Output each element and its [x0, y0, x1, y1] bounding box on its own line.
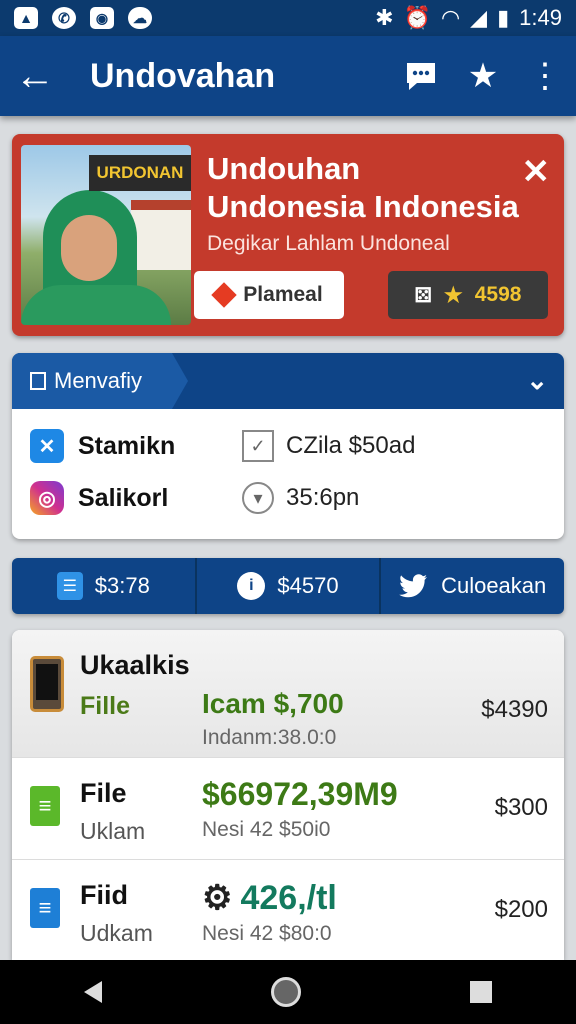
file-list: Ukaalkis Fille Icam $,700 Indanm:38.0:0 … [12, 630, 564, 960]
instagram-icon: ◎ [30, 481, 64, 515]
camera-icon: ◉ [90, 7, 114, 29]
house-shape [131, 200, 191, 270]
file-name: File [80, 778, 127, 808]
menu-row[interactable]: ✕ Stamikn ✓ CZila $50ad [30, 429, 550, 463]
dice-icon: ⚄ [414, 284, 432, 307]
rating-badge[interactable]: ⚄ ★ 4598 [388, 271, 548, 319]
list-item[interactable]: Ukaalkis Fille Icam $,700 Indanm:38.0:0 … [12, 630, 564, 758]
alarm-icon: ⏰ [403, 5, 431, 30]
wifi-icon: ◠ [440, 5, 461, 30]
promo-button[interactable]: Plameal [194, 271, 344, 319]
stat-label: Culoeakan [441, 573, 547, 598]
file-amount: Icam $,700 [202, 688, 344, 719]
chevron-down-icon[interactable]: ⌄ [526, 365, 548, 396]
bluetooth-icon: ✱ [375, 5, 394, 30]
file-price: $200 [494, 896, 548, 923]
file-amount-group: ⚙ 426,/tl [202, 878, 337, 918]
promo-title: Undouhan Undonesia Indonesia [207, 151, 519, 224]
document-icon: ≡ [30, 786, 60, 826]
clock-icon: ▾ [242, 482, 274, 514]
file-amount: $66972,39M9 [202, 776, 398, 812]
checkbox-icon[interactable]: ✓ [242, 430, 274, 462]
signal-icon: ◢ [470, 5, 488, 30]
file-sub: Fille [80, 692, 131, 720]
close-icon[interactable]: ✕ [522, 152, 551, 192]
file-amount: 426,/tl [240, 878, 337, 917]
face-shape [61, 215, 117, 281]
whatsapp-icon: ✆ [52, 7, 76, 29]
diamond-icon [211, 282, 238, 308]
menu-row-label: Salikorl [78, 483, 169, 512]
promo-photo: URDONAN [21, 145, 191, 325]
app-bar: ← Undovahan ★ ⋮ [0, 36, 576, 116]
stat-item[interactable]: i $4570 [197, 558, 382, 614]
app-title: Undovahan [90, 56, 276, 95]
document-icon: ≡ [30, 888, 60, 928]
list-item[interactable]: ≡ Fiid Udkam ⚙ 426,/tl Nesi 42 $80:0 $20… [12, 860, 564, 960]
status-time: 1:49 [519, 5, 562, 30]
menu-row[interactable]: ◎ Salikorl ▾ 35:6pn [30, 481, 550, 515]
nav-home-icon[interactable] [270, 977, 301, 1007]
file-price: $300 [494, 794, 548, 821]
menu-tab[interactable]: Menvafiy [12, 353, 188, 409]
image-icon: ▲ [14, 7, 38, 29]
navigation-bar [0, 960, 576, 1024]
cloud-icon: ☁ [128, 7, 152, 29]
phone-icon [30, 656, 64, 712]
rating-value: 4598 [474, 283, 522, 306]
star-icon[interactable]: ★ [452, 46, 514, 106]
gear-icon: ⚙ [202, 879, 233, 917]
info-icon: i [237, 572, 266, 600]
list-icon: ☰ [56, 572, 83, 600]
menu-row-value: CZila $50ad [286, 432, 416, 459]
menu-row-value: 35:6pn [286, 484, 360, 511]
file-detail: Indanm:38.0:0 [202, 726, 337, 749]
nav-recent-icon[interactable] [469, 981, 492, 1003]
star-icon: ★ [443, 283, 463, 307]
promo-subtitle: Degikar Lahlam Undoneal [207, 232, 450, 255]
chat-icon[interactable] [390, 46, 452, 106]
file-name: Fiid [80, 880, 128, 910]
x-icon: ✕ [30, 429, 64, 463]
body-shape [21, 285, 171, 325]
stats-bar: ☰ $3:78 i $4570 Culoeakan [12, 558, 564, 614]
more-vert-icon[interactable]: ⋮ [514, 46, 576, 106]
file-price: $4390 [481, 696, 548, 723]
photo-tag: URDONAN [89, 155, 191, 191]
stat-item[interactable]: Culoeakan [381, 558, 564, 614]
menu-header-label: Menvafiy [54, 368, 143, 393]
menu-row-label: Stamikn [78, 431, 176, 460]
menu-header[interactable]: Menvafiy ⌄ [12, 353, 564, 409]
stat-item[interactable]: ☰ $3:78 [12, 558, 197, 614]
list-item[interactable]: ≡ File Uklam $66972,39M9 Nesi 42 $50i0 $… [12, 758, 564, 860]
file-detail: Nesi 42 $80:0 [202, 922, 332, 945]
menu-card: Menvafiy ⌄ ✕ Stamikn ✓ CZila $50ad ◎ Sal… [12, 353, 564, 539]
file-detail: Nesi 42 $50i0 [202, 818, 331, 841]
stat-label: $4570 [277, 573, 339, 598]
file-sub: Uklam [80, 818, 146, 844]
back-arrow-icon[interactable]: ← [0, 54, 70, 99]
file-name: Ukaalkis [80, 650, 190, 680]
square-icon [30, 372, 46, 390]
battery-icon: ▮ [497, 5, 510, 30]
promo-button-label: Plameal [243, 283, 323, 306]
nav-back-icon[interactable] [84, 981, 103, 1003]
stat-label: $3:78 [94, 573, 150, 598]
file-sub: Udkam [80, 920, 153, 946]
twitter-icon [399, 574, 428, 598]
promo-card[interactable]: URDONAN Undouhan Undonesia Indonesia ✕ D… [12, 134, 564, 336]
status-bar: ▲ ✆ ◉ ☁ ✱ ⏰ ◠ ◢ ▮ 1:49 [0, 0, 576, 36]
